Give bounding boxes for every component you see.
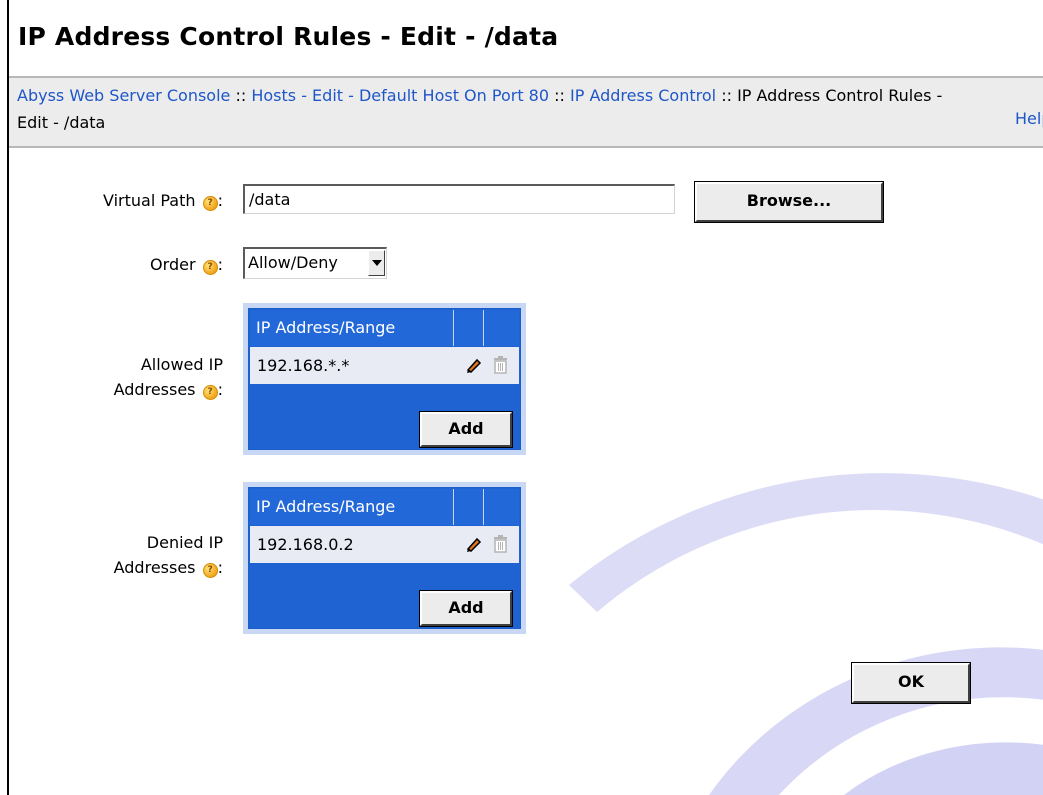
trash-icon[interactable] [493,535,508,553]
allowed-ip-table: IP Address/Range 192.168.*.* Add [243,303,526,455]
trash-icon[interactable] [493,356,508,374]
column-header-delete [485,310,519,346]
browse-button[interactable]: Browse... [694,181,884,223]
denied-ip-label: Denied IP Addresses ?: [113,533,223,578]
breadcrumb-link-ip-address-control[interactable]: IP Address Control [570,86,716,105]
denied-ip-table-header: IP Address/Range [250,489,519,525]
column-header-ip-range: IP Address/Range [250,310,454,346]
breadcrumb-separator: :: [554,86,565,105]
order-label: Order ?: [150,255,223,275]
help-question-icon[interactable]: ? [202,385,218,400]
pencil-icon[interactable] [465,535,483,553]
column-header-delete [485,489,519,525]
add-allowed-button[interactable]: Add [419,411,513,448]
virtual-path-input[interactable]: /data [243,184,675,214]
breadcrumb: Abyss Web Server Console :: Hosts - Edit… [17,82,977,136]
column-header-ip-range: IP Address/Range [250,489,454,525]
allowed-ip-table-header: IP Address/Range [250,310,519,346]
virtual-path-label: Virtual Path ?: [103,191,223,211]
order-select[interactable]: Allow/Deny [243,247,387,279]
denied-ip-table: IP Address/Range 192.168.0.2 Add [243,482,526,634]
ip-range-value: 192.168.*.* [257,356,350,375]
breadcrumb-bar: Abyss Web Server Console :: Hosts - Edit… [9,78,1043,148]
help-link[interactable]: Help [1015,109,1043,128]
page-title: IP Address Control Rules - Edit - /data [18,22,559,51]
ip-range-value: 192.168.0.2 [257,535,354,554]
table-row: 192.168.*.* [250,347,519,384]
order-selected-value: Allow/Deny [248,253,338,272]
pencil-icon[interactable] [465,356,483,374]
breadcrumb-separator: :: [721,86,732,105]
chevron-down-icon[interactable] [368,250,385,276]
table-row: 192.168.0.2 [250,526,519,563]
allowed-ip-table-inner: IP Address/Range 192.168.*.* Add [248,308,521,450]
allowed-ip-label: Allowed IP Addresses ?: [113,355,223,400]
page-frame: IP Address Control Rules - Edit - /data … [7,0,1043,795]
column-header-edit [455,489,484,525]
ok-button[interactable]: OK [851,662,971,704]
column-header-edit [455,310,484,346]
help-question-icon[interactable]: ? [202,563,218,578]
breadcrumb-separator: :: [235,86,247,105]
title-bar: IP Address Control Rules - Edit - /data [9,0,1043,78]
breadcrumb-link-console[interactable]: Abyss Web Server Console [17,86,230,105]
breadcrumb-link-hosts-edit[interactable]: Hosts - Edit - Default Host On Port 80 [251,86,549,105]
help-question-icon[interactable]: ? [202,196,218,211]
denied-ip-table-inner: IP Address/Range 192.168.0.2 Add [248,487,521,629]
help-question-icon[interactable]: ? [202,260,218,275]
add-denied-button[interactable]: Add [419,590,513,627]
